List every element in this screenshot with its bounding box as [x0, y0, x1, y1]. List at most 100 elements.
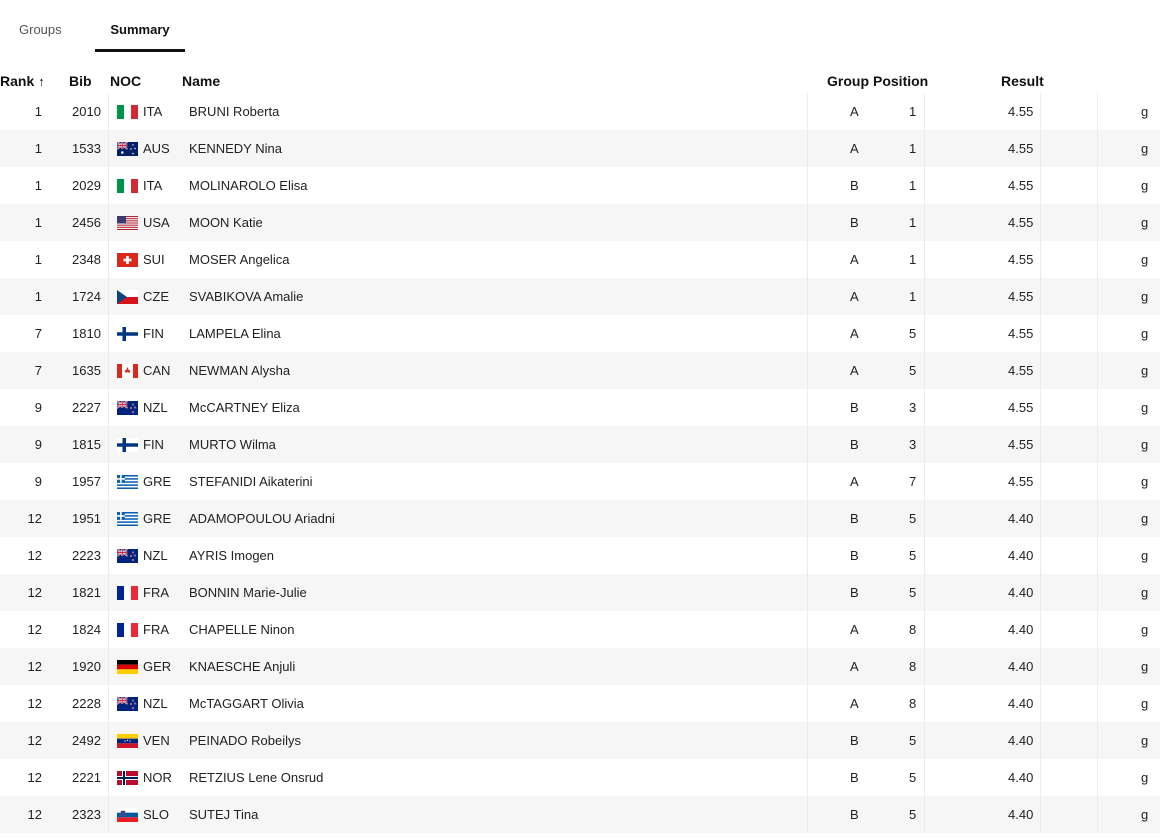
- group-cell: B: [850, 437, 859, 452]
- rank-cell: 12: [27, 659, 42, 674]
- table-row[interactable]: 12 1920 GER KNAESCHE Anjuli A 8 4.40 g: [0, 648, 1160, 685]
- position-cell: 5: [909, 733, 917, 748]
- fin-flag-icon: [117, 438, 138, 452]
- qualification-mark[interactable]: g: [1141, 474, 1148, 489]
- table-header: Rank ↑ Bib NOC Name Group Position Result: [0, 70, 1160, 92]
- athlete-name[interactable]: KENNEDY Nina: [189, 141, 282, 156]
- column-divider: [924, 685, 925, 722]
- athlete-name[interactable]: McTAGGART Olivia: [189, 696, 304, 711]
- athlete-name[interactable]: CHAPELLE Ninon: [189, 622, 295, 637]
- qualification-mark[interactable]: g: [1141, 326, 1148, 341]
- qualification-mark[interactable]: g: [1141, 622, 1148, 637]
- table-row[interactable]: 1 2348 SUI MOSER Angelica A 1 4.55 g: [0, 241, 1160, 278]
- column-divider: [1040, 722, 1041, 759]
- gre-flag-icon: [117, 475, 138, 489]
- column-divider: [924, 204, 925, 241]
- bib-cell: 2492: [72, 733, 101, 748]
- athlete-name[interactable]: MOSER Angelica: [189, 252, 289, 267]
- qualification-mark[interactable]: g: [1141, 104, 1148, 119]
- ita-flag-icon: [117, 105, 138, 119]
- table-row[interactable]: 12 1821 FRA BONNIN Marie-Julie B 5 4.40 g: [0, 574, 1160, 611]
- table-row[interactable]: 7 1810 FIN LAMPELA Elina A 5 4.55 g: [0, 315, 1160, 352]
- athlete-name[interactable]: ADAMOPOULOU Ariadni: [189, 511, 335, 526]
- qualification-mark[interactable]: g: [1141, 807, 1148, 822]
- qualification-mark[interactable]: g: [1141, 548, 1148, 563]
- result-cell: 4.55: [1008, 104, 1034, 119]
- rank-cell: 9: [34, 400, 42, 415]
- bib-cell: 2223: [72, 548, 101, 563]
- athlete-name[interactable]: AYRIS Imogen: [189, 548, 274, 563]
- bib-cell: 2227: [72, 400, 101, 415]
- noc-cell: SUI: [143, 252, 165, 267]
- table-row[interactable]: 12 2228 NZL McTAGGART Olivia A 8 4.40 g: [0, 685, 1160, 722]
- qualification-mark[interactable]: g: [1141, 178, 1148, 193]
- athlete-name[interactable]: RETZIUS Lene Onsrud: [189, 770, 323, 785]
- table-row[interactable]: 9 1957 GRE STEFANIDI Aikaterini A 7 4.55 g: [0, 463, 1160, 500]
- qualification-mark[interactable]: g: [1141, 585, 1148, 600]
- qualification-mark[interactable]: g: [1141, 696, 1148, 711]
- table-row[interactable]: 12 2492 VEN PEINADO Robeilys B 5 4.40 g: [0, 722, 1160, 759]
- column-divider: [1097, 611, 1098, 648]
- athlete-name[interactable]: MOON Katie: [189, 215, 263, 230]
- column-divider: [108, 426, 109, 463]
- qualification-mark[interactable]: g: [1141, 363, 1148, 378]
- athlete-name[interactable]: KNAESCHE Anjuli: [189, 659, 295, 674]
- result-cell: 4.55: [1008, 141, 1034, 156]
- qualification-mark[interactable]: g: [1141, 215, 1148, 230]
- athlete-name[interactable]: SVABIKOVA Amalie: [189, 289, 303, 304]
- athlete-name[interactable]: MURTO Wilma: [189, 437, 276, 452]
- column-divider: [1040, 426, 1041, 463]
- noc-cell: GRE: [143, 474, 172, 489]
- result-cell: 4.40: [1008, 659, 1034, 674]
- bib-cell: 2221: [72, 770, 101, 785]
- column-divider: [807, 241, 808, 278]
- noc-cell: GRE: [143, 511, 172, 526]
- table-row[interactable]: 12 2323 SLO SUTEJ Tina B 5 4.40 g: [0, 796, 1160, 833]
- qualification-mark[interactable]: g: [1141, 141, 1148, 156]
- table-row[interactable]: 1 2456 USA MOON Katie B 1 4.55 g: [0, 204, 1160, 241]
- athlete-name[interactable]: BONNIN Marie-Julie: [189, 585, 307, 600]
- column-divider: [807, 759, 808, 796]
- table-row[interactable]: 1 1533 AUS KENNEDY Nina A 1 4.55 g: [0, 130, 1160, 167]
- qualification-mark[interactable]: g: [1141, 400, 1148, 415]
- athlete-name[interactable]: NEWMAN Alysha: [189, 363, 290, 378]
- column-divider: [1097, 352, 1098, 389]
- athlete-name[interactable]: LAMPELA Elina: [189, 326, 281, 341]
- table-row[interactable]: 1 2029 ITA MOLINAROLO Elisa B 1 4.55 g: [0, 167, 1160, 204]
- table-row[interactable]: 7 1635 CAN NEWMAN Alysha A 5 4.55 g: [0, 352, 1160, 389]
- qualification-mark[interactable]: g: [1141, 733, 1148, 748]
- table-row[interactable]: 1 1724 CZE SVABIKOVA Amalie A 1 4.55 g: [0, 278, 1160, 315]
- qualification-mark[interactable]: g: [1141, 511, 1148, 526]
- athlete-name[interactable]: BRUNI Roberta: [189, 104, 279, 119]
- noc-cell: FRA: [143, 585, 169, 600]
- table-row[interactable]: 9 1815 FIN MURTO Wilma B 3 4.55 g: [0, 426, 1160, 463]
- qualification-mark[interactable]: g: [1141, 252, 1148, 267]
- column-divider: [108, 278, 109, 315]
- tab-summary[interactable]: Summary: [95, 22, 185, 37]
- table-row[interactable]: 1 2010 ITA BRUNI Roberta A 1 4.55 g: [0, 93, 1160, 130]
- qualification-mark[interactable]: g: [1141, 437, 1148, 452]
- group-cell: A: [850, 252, 859, 267]
- qualification-mark[interactable]: g: [1141, 289, 1148, 304]
- table-row[interactable]: 12 1951 GRE ADAMOPOULOU Ariadni B 5 4.40 g: [0, 500, 1160, 537]
- table-row[interactable]: 12 2223 NZL AYRIS Imogen B 5 4.40 g: [0, 537, 1160, 574]
- tab-groups[interactable]: Groups: [19, 22, 62, 37]
- bib-cell: 1635: [72, 363, 101, 378]
- qualification-mark[interactable]: g: [1141, 659, 1148, 674]
- table-row[interactable]: 12 2221 NOR RETZIUS Lene Onsrud B 5 4.40 g: [0, 759, 1160, 796]
- column-divider: [1040, 389, 1041, 426]
- athlete-name[interactable]: McCARTNEY Eliza: [189, 400, 300, 415]
- column-divider: [108, 796, 109, 833]
- column-header-rank[interactable]: Rank ↑: [0, 73, 45, 89]
- qualification-mark[interactable]: g: [1141, 770, 1148, 785]
- athlete-name[interactable]: MOLINAROLO Elisa: [189, 178, 307, 193]
- table-row[interactable]: 12 1824 FRA CHAPELLE Ninon A 8 4.40 g: [0, 611, 1160, 648]
- column-divider: [108, 315, 109, 352]
- athlete-name[interactable]: STEFANIDI Aikaterini: [189, 474, 313, 489]
- athlete-name[interactable]: SUTEJ Tina: [189, 807, 258, 822]
- column-divider: [924, 759, 925, 796]
- athlete-name[interactable]: PEINADO Robeilys: [189, 733, 301, 748]
- rank-cell: 12: [27, 696, 42, 711]
- column-header-bib: Bib: [69, 73, 92, 89]
- table-row[interactable]: 9 2227 NZL McCARTNEY Eliza B 3 4.55 g: [0, 389, 1160, 426]
